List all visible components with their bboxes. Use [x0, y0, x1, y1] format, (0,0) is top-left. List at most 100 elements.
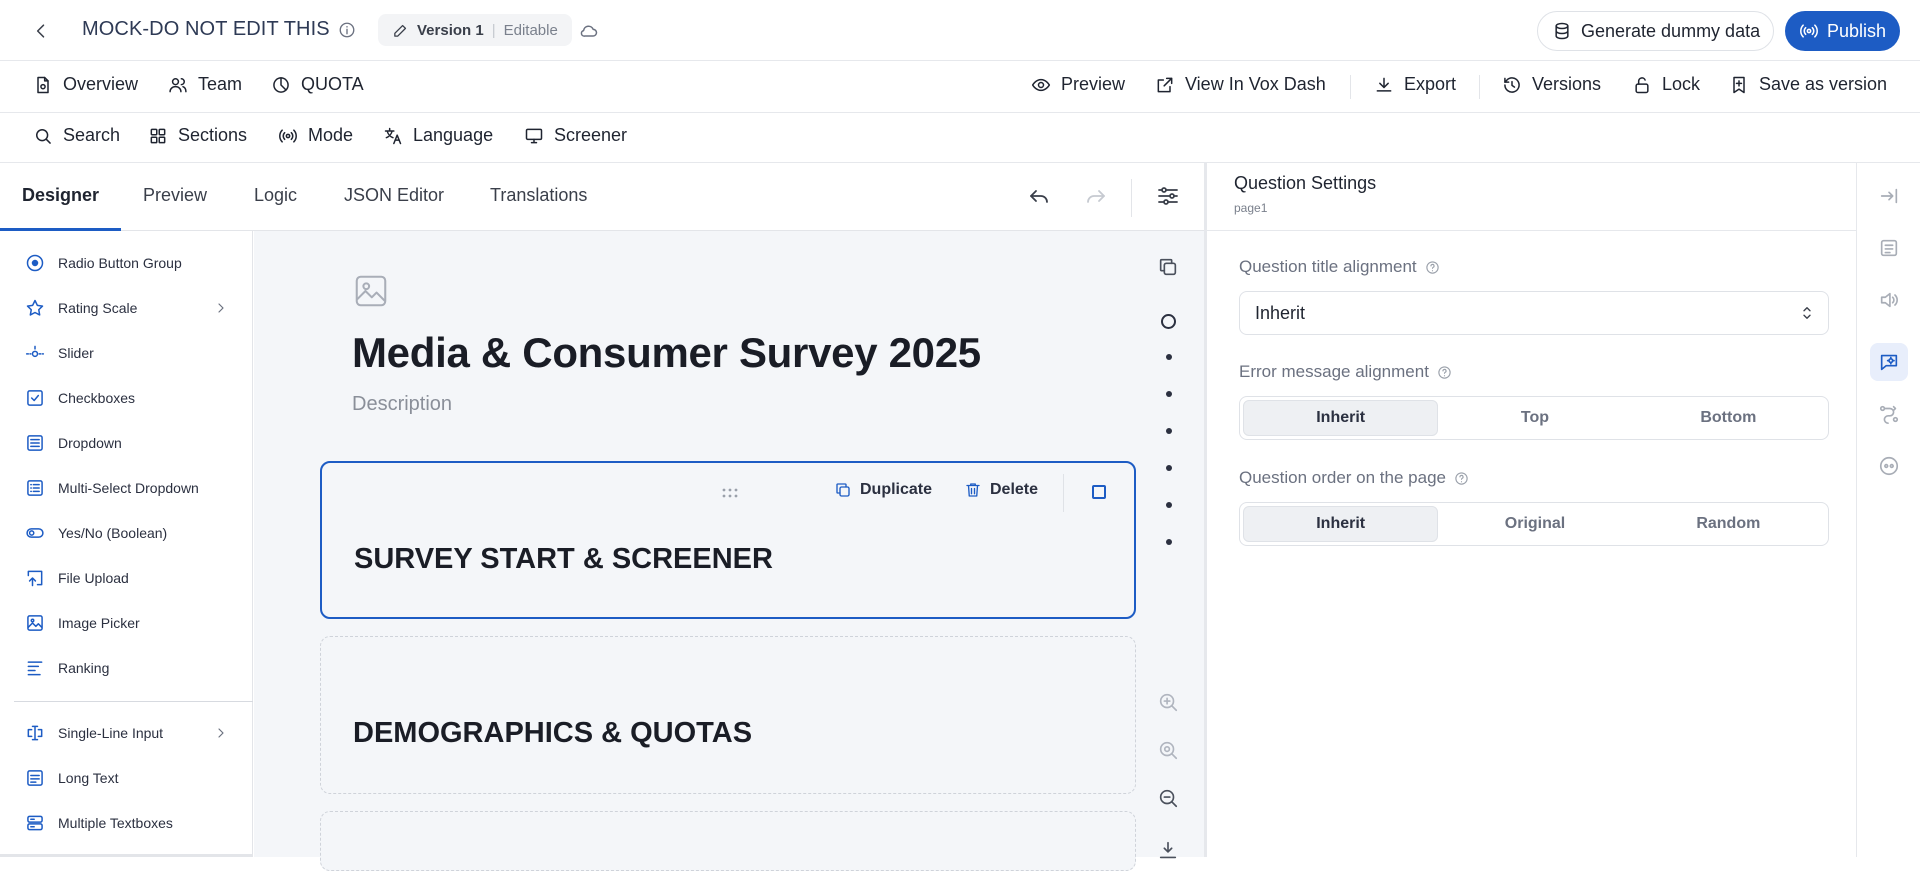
- nav-lock-label: Lock: [1662, 74, 1701, 94]
- tab-logic[interactable]: Logic: [254, 185, 297, 206]
- properties-icon[interactable]: [1870, 229, 1908, 267]
- settings-sliders-icon[interactable]: [1154, 182, 1182, 210]
- collapse-all-icon[interactable]: [1155, 838, 1181, 864]
- page-nav-dot[interactable]: [1166, 354, 1172, 360]
- toolbar-mode[interactable]: Mode: [278, 125, 353, 146]
- nav-team[interactable]: Team: [168, 74, 242, 95]
- redo-icon[interactable]: [1082, 182, 1110, 210]
- toolbar-sections[interactable]: Sections: [148, 125, 247, 146]
- question-order-segmented: Inherit Original Random: [1239, 502, 1829, 546]
- form-description[interactable]: Description: [352, 393, 452, 416]
- page-title[interactable]: DEMOGRAPHICS & QUOTAS: [353, 717, 752, 750]
- toolbox-item-multiple-textboxes[interactable]: Multiple Textboxes: [0, 806, 253, 840]
- nav-lock[interactable]: Lock: [1632, 74, 1700, 95]
- help-icon[interactable]: [1425, 260, 1440, 275]
- nav-overview-label: Overview: [63, 74, 139, 94]
- toolbox-item-label: Image Picker: [58, 615, 140, 631]
- question-order-option-inherit[interactable]: Inherit: [1243, 506, 1439, 542]
- nav-preview-label: Preview: [1061, 74, 1126, 94]
- error-alignment-option-inherit[interactable]: Inherit: [1243, 400, 1439, 436]
- broadcast-icon: [1799, 21, 1819, 41]
- nav-preview[interactable]: Preview: [1031, 74, 1125, 95]
- error-alignment-option-top[interactable]: Top: [1438, 400, 1631, 436]
- zoom-in-icon[interactable]: [1155, 689, 1181, 715]
- page-nav-current[interactable]: [1161, 314, 1176, 329]
- form-title[interactable]: Media & Consumer Survey 2025: [352, 329, 981, 377]
- page-nav-dot[interactable]: [1166, 428, 1172, 434]
- error-alignment-option-bottom[interactable]: Bottom: [1632, 400, 1825, 436]
- cloud-sync-icon[interactable]: [578, 20, 600, 42]
- page-nav-dot[interactable]: [1166, 465, 1172, 471]
- toolbox-item-label: Slider: [58, 345, 94, 361]
- help-icon[interactable]: [1437, 365, 1452, 380]
- version-pill[interactable]: Version 1 | Editable: [378, 14, 572, 46]
- image-placeholder-icon[interactable]: [352, 272, 390, 310]
- publish-button[interactable]: Publish: [1785, 11, 1901, 51]
- external-link-icon: [1155, 75, 1175, 95]
- monitor-icon: [524, 126, 544, 146]
- generate-dummy-data-button[interactable]: Generate dummy data: [1537, 11, 1775, 51]
- help-icon[interactable]: [1454, 471, 1469, 486]
- slider-icon: [23, 341, 47, 365]
- toolbox-item-image-picker[interactable]: Image Picker: [0, 606, 253, 640]
- nav-overview[interactable]: Overview: [33, 74, 138, 95]
- toolbox-item-file-upload[interactable]: File Upload: [0, 561, 253, 595]
- page-nav-dot[interactable]: [1166, 391, 1172, 397]
- zoom-fit-icon[interactable]: [1155, 737, 1181, 763]
- tab-designer[interactable]: Designer: [22, 185, 99, 206]
- nav-view-vox-dash[interactable]: View In Vox Dash: [1155, 74, 1326, 95]
- delete-button[interactable]: Delete: [964, 481, 1038, 499]
- toolbox-item-rating-scale[interactable]: Rating Scale: [0, 291, 253, 325]
- page-card-selected[interactable]: Duplicate Delete SURVEY START & SCREENER: [320, 461, 1136, 619]
- audio-icon[interactable]: [1870, 281, 1908, 319]
- nav-quota[interactable]: QUOTA: [271, 74, 364, 95]
- tab-translations[interactable]: Translations: [490, 185, 587, 206]
- zoom-out-icon[interactable]: [1155, 785, 1181, 811]
- toolbox-item-long-text[interactable]: Long Text: [0, 761, 253, 795]
- nav-export-label: Export: [1404, 74, 1457, 94]
- copy-icon[interactable]: [1155, 254, 1181, 280]
- toolbar-language[interactable]: Language: [383, 125, 493, 146]
- nav-versions[interactable]: Versions: [1502, 74, 1601, 95]
- drag-handle-icon[interactable]: [720, 487, 740, 499]
- page-nav-dot[interactable]: [1166, 539, 1172, 545]
- generate-dummy-data-label: Generate dummy data: [1581, 20, 1761, 41]
- page-card[interactable]: [320, 811, 1136, 871]
- duplicate-button[interactable]: Duplicate: [834, 481, 932, 499]
- nav-export[interactable]: Export: [1374, 74, 1456, 95]
- toolbar-mode-label: Mode: [308, 125, 354, 145]
- toolbox-item-radio-button-group[interactable]: Radio Button Group: [0, 246, 253, 280]
- info-icon[interactable]: [338, 21, 356, 39]
- multi-dropdown-icon: [23, 476, 47, 500]
- logic-flow-icon[interactable]: [1870, 395, 1908, 433]
- toolbox-item-multi-select-dropdown[interactable]: Multi-Select Dropdown: [0, 471, 253, 505]
- toolbox-item-checkboxes[interactable]: Checkboxes: [0, 381, 253, 415]
- question-settings-icon[interactable]: [1870, 343, 1908, 381]
- tab-preview[interactable]: Preview: [143, 185, 207, 206]
- question-order-option-original[interactable]: Original: [1438, 506, 1631, 542]
- question-order-option-random[interactable]: Random: [1632, 506, 1825, 542]
- toolbox-item-label: Single-Line Input: [58, 725, 164, 741]
- undo-icon[interactable]: [1025, 182, 1053, 210]
- tabs-divider: [1131, 179, 1132, 217]
- toolbar-screener[interactable]: Screener: [524, 125, 627, 146]
- nav-save-as-version[interactable]: Save as version: [1729, 74, 1887, 95]
- toolbox-item-ranking[interactable]: Ranking: [0, 651, 253, 685]
- nav-divider: [1479, 75, 1480, 99]
- title-alignment-select[interactable]: Inherit: [1239, 291, 1829, 335]
- back-arrow-icon[interactable]: [28, 18, 54, 44]
- page-nav-dot[interactable]: [1166, 502, 1172, 508]
- page-card[interactable]: DEMOGRAPHICS & QUOTAS: [320, 636, 1136, 794]
- toolbox-item-single-line-input[interactable]: Single-Line Input: [0, 716, 253, 750]
- toolbar-search[interactable]: Search: [33, 125, 120, 146]
- toolbar-sections-label: Sections: [178, 125, 248, 145]
- accessibility-icon[interactable]: [1870, 447, 1908, 485]
- toolbox-item-slider[interactable]: Slider: [0, 336, 253, 370]
- page-title[interactable]: SURVEY START & SCREENER: [354, 543, 773, 576]
- collapse-toggle[interactable]: [1092, 485, 1106, 499]
- tab-json-editor[interactable]: JSON Editor: [344, 185, 444, 206]
- toolbox-item-dropdown[interactable]: Dropdown: [0, 426, 253, 460]
- collapse-panel-icon[interactable]: [1870, 177, 1908, 215]
- toolbox-item-yes-no-boolean[interactable]: Yes/No (Boolean): [0, 516, 253, 550]
- nav-versions-label: Versions: [1532, 74, 1602, 94]
